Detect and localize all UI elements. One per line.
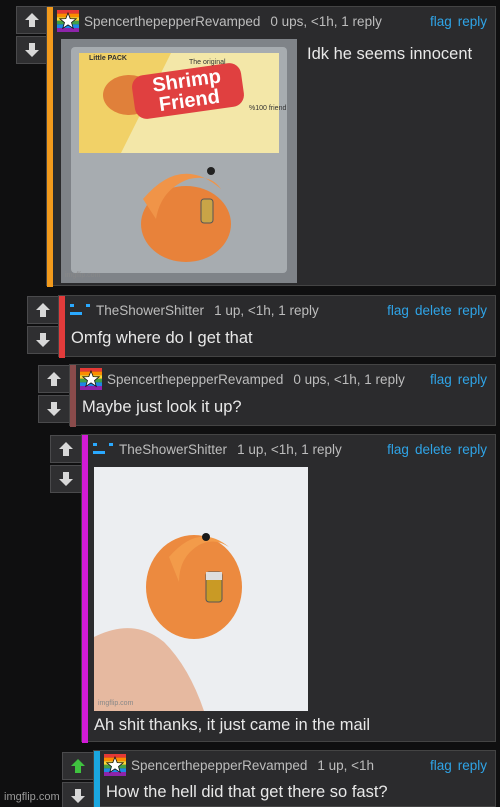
username[interactable]: SpencerthepepperRevamped xyxy=(84,14,260,29)
username[interactable]: SpencerthepepperRevamped xyxy=(131,758,307,773)
image-watermark: imgflip.com xyxy=(65,272,101,279)
comment-5: SpencerthepepperRevamped 1 up, <1h flag … xyxy=(93,750,496,807)
thread-bar xyxy=(94,751,100,807)
comment-text: Ah shit thanks, it just came in the mail xyxy=(94,716,371,734)
comment-2-vote xyxy=(27,296,59,354)
comment-meta: 0 ups, <1h, 1 reply xyxy=(270,13,382,29)
comment-text: How the hell did that get there so fast? xyxy=(106,783,388,801)
comment-meta: 1 up, <1h, 1 reply xyxy=(214,302,319,318)
package-small-label: Little PACK xyxy=(89,55,127,62)
comment-text: Idk he seems innocent xyxy=(307,45,473,63)
arrow-down-icon xyxy=(45,400,63,418)
rainbow-star-badge-icon xyxy=(104,754,126,776)
username[interactable]: SpencerthepepperRevamped xyxy=(107,372,283,387)
flag-link[interactable]: flag xyxy=(430,14,452,29)
thread-bar xyxy=(47,7,53,287)
comment-3: SpencerthepepperRevamped 0 ups, <1h, 1 r… xyxy=(69,364,496,427)
thread-bar xyxy=(70,365,76,427)
comment-5-vote xyxy=(62,752,94,807)
rainbow-star-badge-icon xyxy=(57,10,79,32)
arrow-up-icon xyxy=(45,370,63,388)
flag-link[interactable]: flag xyxy=(430,758,452,773)
thread-bar xyxy=(59,296,65,358)
upvote-button-active[interactable] xyxy=(62,752,94,780)
reply-link[interactable]: reply xyxy=(458,442,487,457)
upvote-button[interactable] xyxy=(50,435,82,463)
comment-2: TheShowerShitter 1 up, <1h, 1 reply flag… xyxy=(58,295,496,358)
downvote-button[interactable] xyxy=(38,395,70,423)
arrow-down-icon xyxy=(57,470,75,488)
reply-link[interactable]: reply xyxy=(458,372,487,387)
username[interactable]: TheShowerShitter xyxy=(119,442,227,457)
blue-code-badge-icon xyxy=(92,442,114,456)
downvote-button[interactable] xyxy=(27,326,59,354)
comment-text: Omfg where do I get that xyxy=(71,329,253,347)
package-sub-label: The original xyxy=(189,59,226,66)
rainbow-star-badge-icon xyxy=(80,368,102,390)
shrimp-in-hand-photo xyxy=(94,467,308,711)
comment-1-vote xyxy=(16,6,48,64)
flag-link[interactable]: flag xyxy=(387,442,409,457)
arrow-down-icon xyxy=(23,41,41,59)
package-note: %100 friend xyxy=(249,105,287,112)
arrow-up-icon xyxy=(69,757,87,775)
comment-text: Maybe just look it up? xyxy=(82,398,242,416)
downvote-button[interactable] xyxy=(50,465,82,493)
arrow-down-icon xyxy=(34,331,52,349)
flag-link[interactable]: flag xyxy=(387,303,409,318)
upvote-button[interactable] xyxy=(27,296,59,324)
arrow-up-icon xyxy=(57,440,75,458)
comment-meta: 1 up, <1h xyxy=(317,757,375,773)
reply-link[interactable]: reply xyxy=(458,14,487,29)
comment-image[interactable]: Shrimp Friend Little PACK The original %… xyxy=(61,39,297,283)
comment-3-vote xyxy=(38,365,70,423)
comment-4-vote xyxy=(50,435,82,493)
arrow-up-icon xyxy=(34,301,52,319)
delete-link[interactable]: delete xyxy=(415,303,452,318)
downvote-button[interactable] xyxy=(62,782,94,807)
comment-meta: 0 ups, <1h, 1 reply xyxy=(293,371,405,387)
reply-link[interactable]: reply xyxy=(458,758,487,773)
upvote-button[interactable] xyxy=(16,6,48,34)
downvote-button[interactable] xyxy=(16,36,48,64)
comment-meta: 1 up, <1h, 1 reply xyxy=(237,441,342,457)
arrow-down-icon xyxy=(69,787,87,805)
site-watermark: imgflip.com xyxy=(4,791,60,803)
comment-image[interactable]: imgflip.com xyxy=(94,467,308,711)
blue-code-badge-icon xyxy=(69,303,91,317)
reply-link[interactable]: reply xyxy=(458,303,487,318)
arrow-up-icon xyxy=(23,11,41,29)
comment-4: TheShowerShitter 1 up, <1h, 1 reply flag… xyxy=(81,434,496,743)
comment-1: SpencerthepepperRevamped 0 ups, <1h, 1 r… xyxy=(46,6,496,287)
image-watermark: imgflip.com xyxy=(98,700,134,707)
username[interactable]: TheShowerShitter xyxy=(96,303,204,318)
upvote-button[interactable] xyxy=(38,365,70,393)
flag-link[interactable]: flag xyxy=(430,372,452,387)
delete-link[interactable]: delete xyxy=(415,442,452,457)
thread-bar xyxy=(82,435,88,743)
